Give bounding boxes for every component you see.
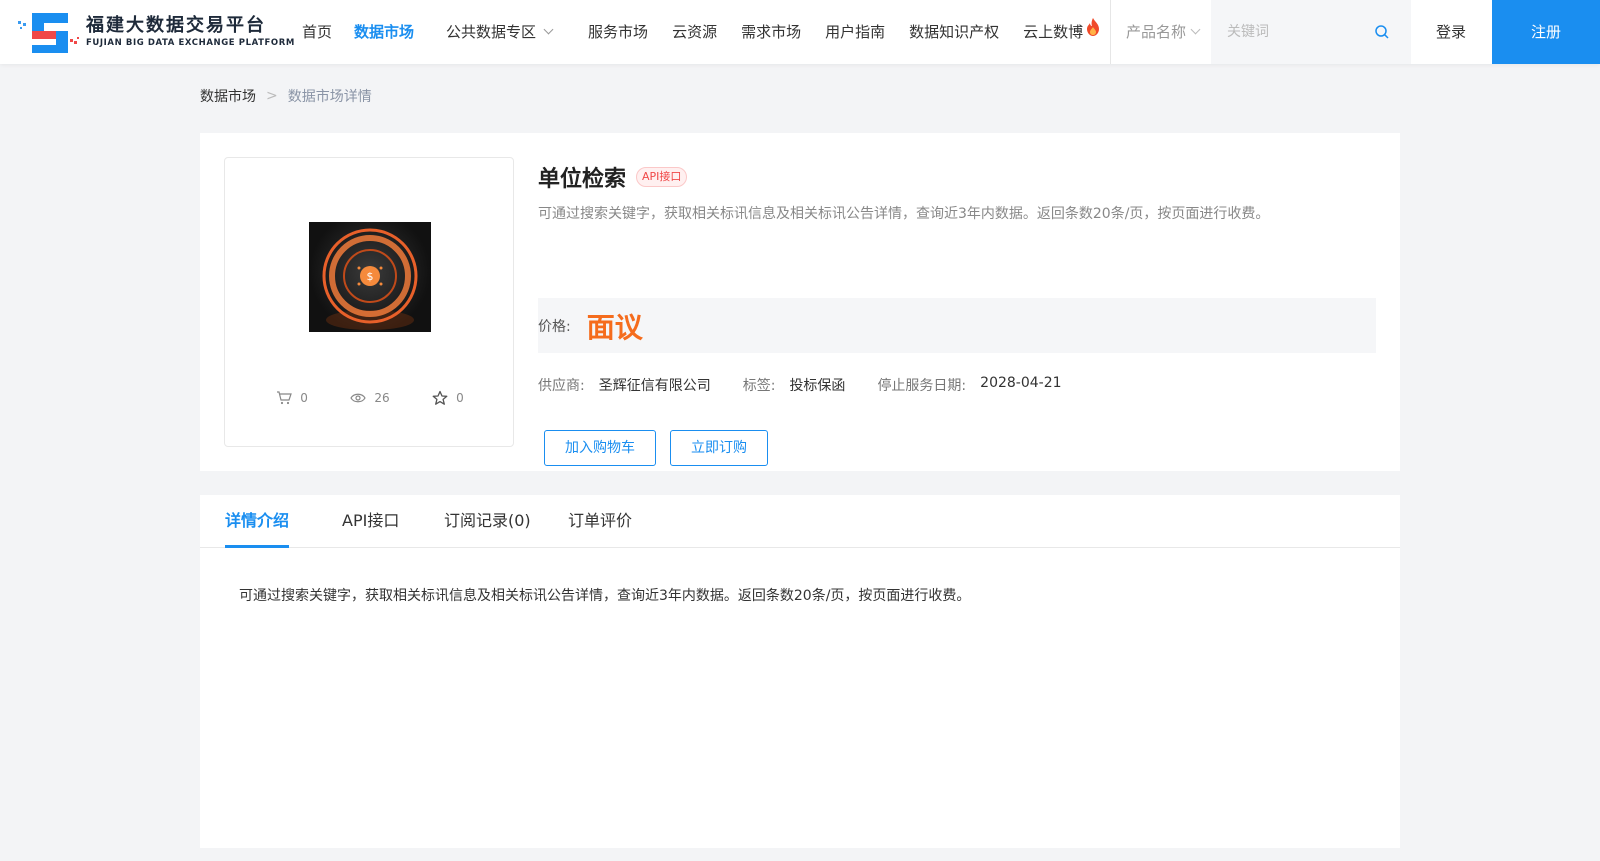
tab-api[interactable]: API接口 bbox=[342, 495, 399, 548]
price-value: 面议 bbox=[586, 310, 643, 344]
product-stats: 0 26 0 bbox=[225, 390, 515, 406]
tab-order-reviews[interactable]: 订单评价 bbox=[568, 495, 632, 548]
product-card: $ 0 26 0 单位检索 API接口 可通过搜索关键字，获取相关标讯信息及相关… bbox=[200, 133, 1400, 471]
add-to-cart-button[interactable]: 加入购物车 bbox=[544, 430, 656, 466]
nav-item-user-guide[interactable]: 用户指南 bbox=[825, 0, 885, 64]
tab-details[interactable]: 详情介绍 bbox=[225, 495, 290, 548]
nav-item-demand-market[interactable]: 需求市场 bbox=[741, 0, 801, 64]
subscribe-now-button[interactable]: 立即订购 bbox=[670, 430, 768, 466]
breadcrumb-home[interactable]: 数据市场 bbox=[200, 86, 256, 106]
nav-item-home[interactable]: 首页 bbox=[302, 0, 332, 64]
breadcrumb-separator: > bbox=[266, 88, 278, 104]
register-button[interactable]: 注册 bbox=[1492, 0, 1600, 64]
product-type-badge: API接口 bbox=[636, 167, 688, 187]
nav-item-cloud-resource[interactable]: 云资源 bbox=[672, 0, 717, 64]
breadcrumb-current: 数据市场详情 bbox=[287, 89, 372, 105]
fire-icon bbox=[1087, 17, 1100, 36]
product-info: 单位检索 API接口 可通过搜索关键字，获取相关标讯信息及相关标讯公告详情，查询… bbox=[538, 157, 1378, 466]
tags-label: 标签: bbox=[742, 378, 776, 394]
view-count: 26 bbox=[350, 390, 390, 406]
nav-item-cloud-expo[interactable]: 云上数博 bbox=[1023, 0, 1101, 64]
search-area: 产品名称 bbox=[1110, 0, 1411, 64]
breadcrumb: 数据市场 > 数据市场详情 bbox=[200, 86, 372, 106]
product-thumbnail-box: $ 0 26 0 bbox=[224, 157, 514, 447]
nav-item-data-ip[interactable]: 数据知识产权 bbox=[909, 0, 999, 64]
logo-subtitle: FUJIAN BIG DATA EXCHANGE PLATFORM bbox=[86, 38, 295, 48]
tab-subscription-records[interactable]: 订阅记录(0) bbox=[444, 495, 531, 548]
search-icon[interactable] bbox=[1374, 24, 1390, 40]
detail-content: 可通过搜索关键字，获取相关标讯信息及相关标讯公告详情，查询近3年内数据。返回条数… bbox=[239, 588, 971, 604]
chevron-down-icon bbox=[543, 24, 554, 35]
logo-title: 福建大数据交易平台 bbox=[86, 15, 266, 36]
nav-item-service-market[interactable]: 服务市场 bbox=[588, 0, 648, 64]
star-icon bbox=[432, 390, 448, 405]
svg-text:$: $ bbox=[367, 270, 374, 283]
logo-mark-icon bbox=[18, 13, 79, 53]
stop-date-label: 停止服务日期: bbox=[877, 378, 967, 394]
supplier-value: 圣辉征信有限公司 bbox=[598, 378, 711, 394]
detail-tabs: 详情介绍 API接口 订阅记录(0) 订单评价 bbox=[200, 495, 1400, 548]
price-bar: 价格: 面议 bbox=[538, 298, 1376, 353]
action-buttons: 加入购物车 立即订购 bbox=[544, 430, 782, 466]
main-nav: 首页 数据市场 公共数据专区 服务市场 云资源 需求市场 用户指南 数据知识产权… bbox=[302, 0, 1101, 64]
site-logo[interactable]: 福建大数据交易平台 FUJIAN BIG DATA EXCHANGE PLATF… bbox=[16, 8, 295, 56]
coin-emblem-icon: $ bbox=[322, 228, 418, 330]
cart-count: 0 bbox=[276, 390, 308, 406]
detail-card: 详情介绍 API接口 订阅记录(0) 订单评价 可通过搜索关键字，获取相关标讯信… bbox=[200, 495, 1400, 848]
stop-date-value: 2028-04-21 bbox=[980, 375, 1062, 391]
product-description: 可通过搜索关键字，获取相关标讯信息及相关标讯公告详情，查询近3年内数据。返回条数… bbox=[538, 206, 1270, 222]
favorite-count[interactable]: 0 bbox=[432, 390, 464, 406]
nav-item-data-market[interactable]: 数据市场 bbox=[354, 0, 414, 64]
tags-value: 投标保函 bbox=[789, 378, 846, 394]
search-type-select[interactable]: 产品名称 bbox=[1111, 0, 1211, 64]
login-button[interactable]: 登录 bbox=[1410, 0, 1492, 64]
product-title: 单位检索 bbox=[538, 167, 627, 192]
cart-icon bbox=[277, 391, 293, 405]
product-meta: 供应商: 圣辉征信有限公司 标签: 投标保函 停止服务日期: 2028-04-2… bbox=[538, 375, 1094, 395]
chevron-down-icon bbox=[1190, 24, 1201, 35]
supplier-label: 供应商: bbox=[538, 378, 585, 394]
eye-icon bbox=[350, 393, 367, 403]
price-label: 价格: bbox=[538, 318, 571, 335]
product-image: $ bbox=[309, 222, 431, 332]
top-header: 福建大数据交易平台 FUJIAN BIG DATA EXCHANGE PLATF… bbox=[0, 0, 1600, 64]
nav-item-public-data[interactable]: 公共数据专区 bbox=[446, 0, 554, 64]
